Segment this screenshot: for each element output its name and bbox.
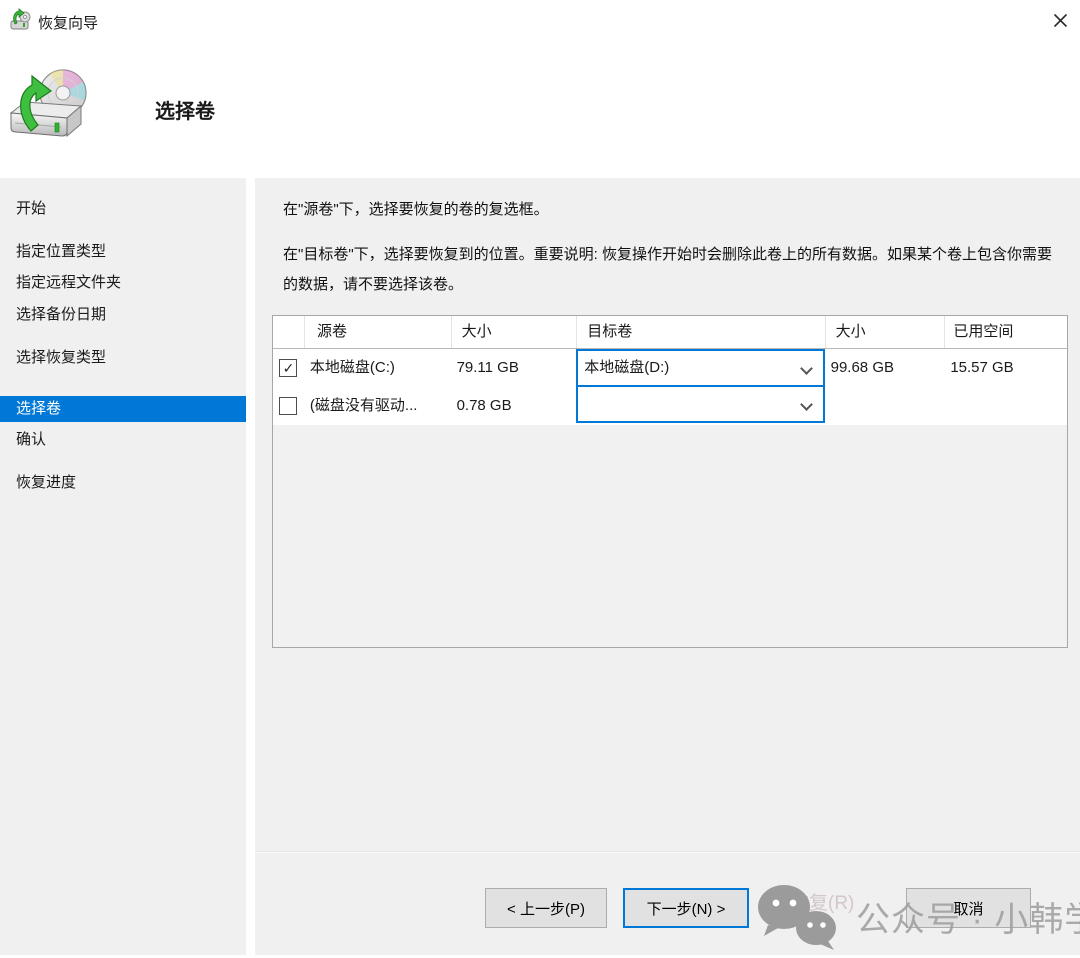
row2-destination-cell — [576, 387, 824, 425]
table-row-local-disk-c: ✓ 本地磁盘(C:) 79.11 GB 本地磁盘(D:) 99.68 GB 15… — [273, 349, 1067, 387]
step-specify-location-type: 指定位置类型 — [0, 239, 246, 265]
row2-size: 0.78 GB — [451, 387, 577, 425]
step-getting-started: 开始 — [0, 196, 246, 222]
cancel-button[interactable]: 取消 — [906, 888, 1031, 928]
row1-dest-size: 99.68 GB — [825, 349, 945, 387]
row1-checkbox[interactable]: ✓ — [279, 359, 297, 377]
window-title: 恢复向导 — [38, 12, 98, 33]
row1-checkbox-cell: ✓ — [273, 349, 304, 387]
header-size: 大小 — [451, 316, 577, 348]
close-icon — [1053, 13, 1068, 28]
header-checkbox-column — [273, 316, 304, 348]
row1-used-space: 15.57 GB — [944, 349, 1067, 387]
row2-dest-size — [825, 387, 945, 425]
row1-source-volume: 本地磁盘(C:) — [304, 349, 451, 387]
app-icon — [8, 8, 32, 32]
next-button[interactable]: 下一步(N) > — [623, 888, 749, 928]
step-select-backup-date: 选择备份日期 — [0, 302, 246, 328]
step-confirmation: 确认 — [0, 427, 246, 453]
wizard-steps-sidebar: 开始 指定位置类型 指定远程文件夹 选择备份日期 选择恢复类型 选择卷 确认 恢… — [0, 178, 246, 955]
wizard-content: 在"源卷"下，选择要恢复的卷的复选框。 在"目标卷"下，选择要恢复到的位置。重要… — [255, 178, 1080, 955]
row2-checkbox-cell — [273, 387, 304, 425]
volumes-table: 源卷 大小 目标卷 大小 已用空间 ✓ 本地磁盘(C:) 79.11 GB 本地… — [272, 315, 1068, 648]
row1-destination-value: 本地磁盘(D:) — [584, 349, 669, 387]
row1-size: 79.11 GB — [451, 349, 577, 387]
instruction-source-volume: 在"源卷"下，选择要恢复的卷的复选框。 — [283, 200, 1053, 220]
step-recovery-progress: 恢复进度 — [0, 470, 246, 496]
step-specify-remote-folder: 指定远程文件夹 — [0, 270, 246, 296]
header-used-space: 已用空间 — [944, 316, 1067, 348]
row1-checkmark-icon: ✓ — [283, 349, 295, 387]
title-bar: 恢复向导 — [0, 0, 1080, 40]
page-title: 选择卷 — [155, 95, 215, 124]
close-button[interactable] — [1045, 5, 1075, 35]
table-row-no-drive-letter: (磁盘没有驱动... 0.78 GB — [273, 387, 1067, 425]
wizard-header: 选择卷 — [0, 40, 1080, 178]
chevron-down-icon — [800, 362, 813, 375]
footer-divider-highlight — [255, 852, 1080, 853]
previous-button[interactable]: < 上一步(P) — [485, 888, 607, 928]
instruction-destination-volume: 在"目标卷"下，选择要恢复到的位置。重要说明: 恢复操作开始时会删除此卷上的所有… — [283, 240, 1065, 300]
row2-used-space — [944, 387, 1067, 425]
row1-destination-combobox[interactable]: 本地磁盘(D:) — [576, 349, 824, 387]
row2-checkbox[interactable] — [279, 397, 297, 415]
restore-drive-icon — [5, 45, 100, 140]
step-select-recovery-type: 选择恢复类型 — [0, 345, 246, 371]
row2-source-volume: (磁盘没有驱动... — [304, 387, 451, 425]
step-select-volumes-current: 选择卷 — [0, 396, 246, 422]
header-destination-volume: 目标卷 — [576, 316, 824, 348]
header-source-volume: 源卷 — [304, 316, 451, 348]
row1-destination-cell: 本地磁盘(D:) — [576, 349, 824, 387]
volumes-table-header: 源卷 大小 目标卷 大小 已用空间 — [273, 316, 1067, 349]
row2-destination-combobox[interactable] — [576, 387, 824, 423]
chevron-down-icon — [800, 398, 813, 411]
header-dest-size: 大小 — [825, 316, 945, 348]
recovery-wizard-window: 恢复向导 — [0, 0, 1080, 958]
